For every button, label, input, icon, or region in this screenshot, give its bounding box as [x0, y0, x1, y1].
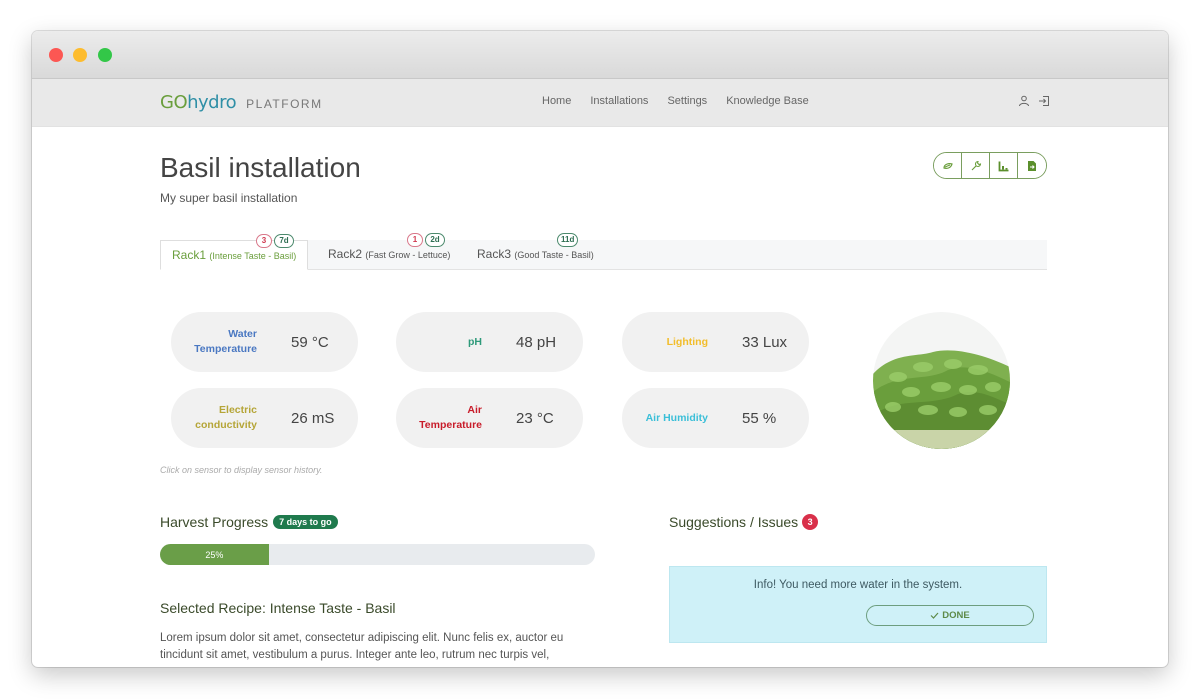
tab-rack3[interactable]: 11d Rack3 (Good Taste - Basil) — [466, 233, 605, 270]
seedling-icon — [942, 162, 953, 169]
rack3-days-badge: 11d — [557, 233, 579, 247]
sensor-label: Lighting — [666, 335, 708, 348]
rack1-days-badge: 7d — [274, 234, 294, 248]
maximize-window-button[interactable] — [98, 48, 112, 62]
brand-platform: PLATFORM — [246, 97, 323, 111]
sensor-lighting[interactable]: Lighting 33 Lux — [622, 312, 809, 372]
export-document-icon — [1028, 160, 1036, 171]
sensor-value: 33 Lux — [742, 333, 788, 351]
harvest-progress-fill: 25% — [160, 544, 269, 565]
brand-logo[interactable]: GO hydro PLATFORM — [160, 92, 323, 113]
issues-heading: Suggestions / Issues 3 — [669, 514, 819, 530]
installation-actions — [933, 152, 1047, 179]
tab-rack1-name: Rack1 — [172, 248, 207, 262]
user-icon[interactable] — [1018, 94, 1030, 107]
days-to-go-badge: 7 days to go — [273, 515, 338, 529]
sensor-ph[interactable]: pH 48 pH — [396, 312, 583, 372]
nav-link-home[interactable]: Home — [542, 95, 571, 107]
sensor-label: Air Temperature — [419, 404, 482, 431]
plant-photo — [873, 312, 1010, 449]
harvest-progress-heading: Harvest Progress 7 days to go — [160, 514, 338, 530]
nav-link-installations[interactable]: Installations — [590, 95, 648, 107]
issues-title: Suggestions / Issues — [669, 514, 799, 530]
rack2-issues-badge: 1 — [407, 233, 423, 247]
nav-link-settings[interactable]: Settings — [667, 95, 707, 107]
sensor-air-humidity[interactable]: Air Humidity 55 % — [622, 388, 809, 448]
seedling-button[interactable] — [934, 153, 962, 178]
sensor-label: pH — [468, 335, 482, 348]
sensor-value: 23 °C — [516, 409, 554, 427]
rack1-issues-badge: 3 — [256, 234, 272, 248]
tab-rack3-name: Rack3 — [477, 247, 512, 261]
maintenance-button[interactable] — [962, 153, 990, 178]
tab-rack2-recipe: (Fast Grow - Lettuce) — [365, 250, 451, 260]
wrench-icon — [971, 160, 981, 170]
sensor-label: Electric conductivity — [195, 404, 257, 431]
sensor-label: Water Temperature — [194, 328, 257, 355]
check-icon — [930, 612, 939, 619]
chart-icon — [998, 161, 1008, 171]
statistics-button[interactable] — [990, 153, 1018, 178]
sensor-value: 59 °C — [291, 333, 329, 351]
sensor-value: 48 pH — [516, 333, 557, 351]
close-window-button[interactable] — [49, 48, 63, 62]
sensor-value: 26 mS — [291, 409, 335, 427]
nav-links: Home Installations Settings Knowledge Ba… — [542, 95, 809, 107]
sensor-electric-conductivity[interactable]: Electric conductivity 26 mS — [171, 388, 358, 448]
window-titlebar — [32, 31, 1168, 79]
sensor-value: 55 % — [742, 409, 777, 427]
recipe-description: Lorem ipsum dolor sit amet, consectetur … — [160, 632, 564, 661]
brand-go: GO — [160, 92, 188, 113]
brand-hydro: hydro — [187, 92, 237, 113]
export-button[interactable] — [1018, 153, 1046, 178]
nav-link-knowledge-base[interactable]: Knowledge Base — [726, 95, 809, 107]
rack2-days-badge: 2d — [425, 233, 445, 247]
harvest-progress-bar: 25% — [160, 544, 595, 565]
info-alert: Info! You need more water in the system.… — [669, 566, 1047, 643]
minimize-window-button[interactable] — [73, 48, 87, 62]
sensor-water-temperature[interactable]: Water Temperature 59 °C — [171, 312, 358, 372]
sensor-label: Air Humidity — [645, 411, 708, 424]
main-content: Basil installation My super basil instal… — [160, 128, 1047, 661]
tab-rack1[interactable]: 3 7d Rack1 (Intense Taste - Basil) — [160, 234, 309, 270]
done-button[interactable]: DONE — [866, 605, 1034, 626]
tab-rack3-recipe: (Good Taste - Basil) — [514, 250, 594, 260]
sign-out-icon[interactable] — [1038, 94, 1050, 106]
tab-rack2[interactable]: 1 2d Rack2 (Fast Grow - Lettuce) — [317, 233, 461, 270]
page-title: Basil installation — [160, 152, 361, 183]
recipe-title: Selected Recipe: Intense Taste - Basil — [160, 600, 396, 616]
sensor-grid: Water Temperature 59 °C pH 48 pH Lighting… — [171, 312, 811, 452]
issues-count-badge: 3 — [802, 514, 819, 530]
sensor-hint: Click on sensor to display sensor histor… — [160, 465, 323, 475]
page-subtitle: My super basil installation — [160, 191, 298, 205]
rack-tabs: 3 7d Rack1 (Intense Taste - Basil) 1 2d … — [160, 233, 1047, 270]
sensor-air-temperature[interactable]: Air Temperature 23 °C — [396, 388, 583, 448]
browser-window: GO hydro PLATFORM Home Installations Set… — [32, 31, 1168, 667]
tab-rack2-name: Rack2 — [328, 247, 363, 261]
tab-rack1-recipe: (Intense Taste - Basil) — [209, 251, 297, 261]
navbar: GO hydro PLATFORM Home Installations Set… — [32, 79, 1168, 127]
harvest-title: Harvest Progress — [160, 514, 269, 530]
alert-message: Info! You need more water in the system. — [753, 579, 963, 591]
nav-icons — [1018, 94, 1050, 107]
done-label: DONE — [942, 610, 970, 621]
